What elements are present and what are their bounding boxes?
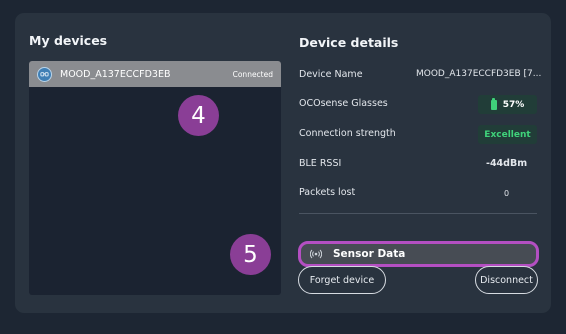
signal-icon bbox=[310, 248, 322, 260]
battery-value: 57% bbox=[502, 99, 525, 110]
device-name-label: MOOD_A137ECCFD3EB bbox=[60, 68, 171, 80]
detail-value-packets-lost: 0 bbox=[504, 189, 510, 198]
detail-label-device-name: Device Name bbox=[299, 69, 363, 80]
callout-marker-4: 4 bbox=[178, 95, 219, 136]
detail-value-rssi: -44dBm bbox=[486, 158, 528, 169]
detail-label-packets-lost: Packets lost bbox=[299, 187, 356, 198]
forget-device-button[interactable]: Forget device bbox=[298, 266, 386, 294]
battery-badge: 57% bbox=[478, 95, 537, 114]
callout-marker-5: 5 bbox=[230, 234, 271, 275]
disconnect-button[interactable]: Disconnect bbox=[475, 266, 538, 294]
sensor-data-label: Sensor Data bbox=[333, 248, 406, 260]
device-list-item[interactable]: MOOD_A137ECCFD3EB Connected bbox=[29, 61, 281, 87]
details-divider bbox=[299, 213, 537, 214]
detail-label-battery: OCOsense Glasses bbox=[299, 98, 388, 109]
battery-icon bbox=[490, 97, 497, 110]
glasses-icon bbox=[37, 66, 52, 82]
device-details-title: Device details bbox=[299, 35, 399, 50]
detail-label-connection-strength: Connection strength bbox=[299, 128, 396, 139]
my-devices-title: My devices bbox=[29, 33, 108, 48]
connection-strength-badge: Excellent bbox=[478, 125, 537, 144]
sensor-data-button[interactable]: Sensor Data bbox=[298, 241, 539, 267]
detail-label-rssi: BLE RSSI bbox=[299, 158, 342, 169]
device-status-label: Connected bbox=[232, 69, 273, 79]
detail-value-device-name: MOOD_A137ECCFD3EB [7... bbox=[416, 69, 542, 79]
